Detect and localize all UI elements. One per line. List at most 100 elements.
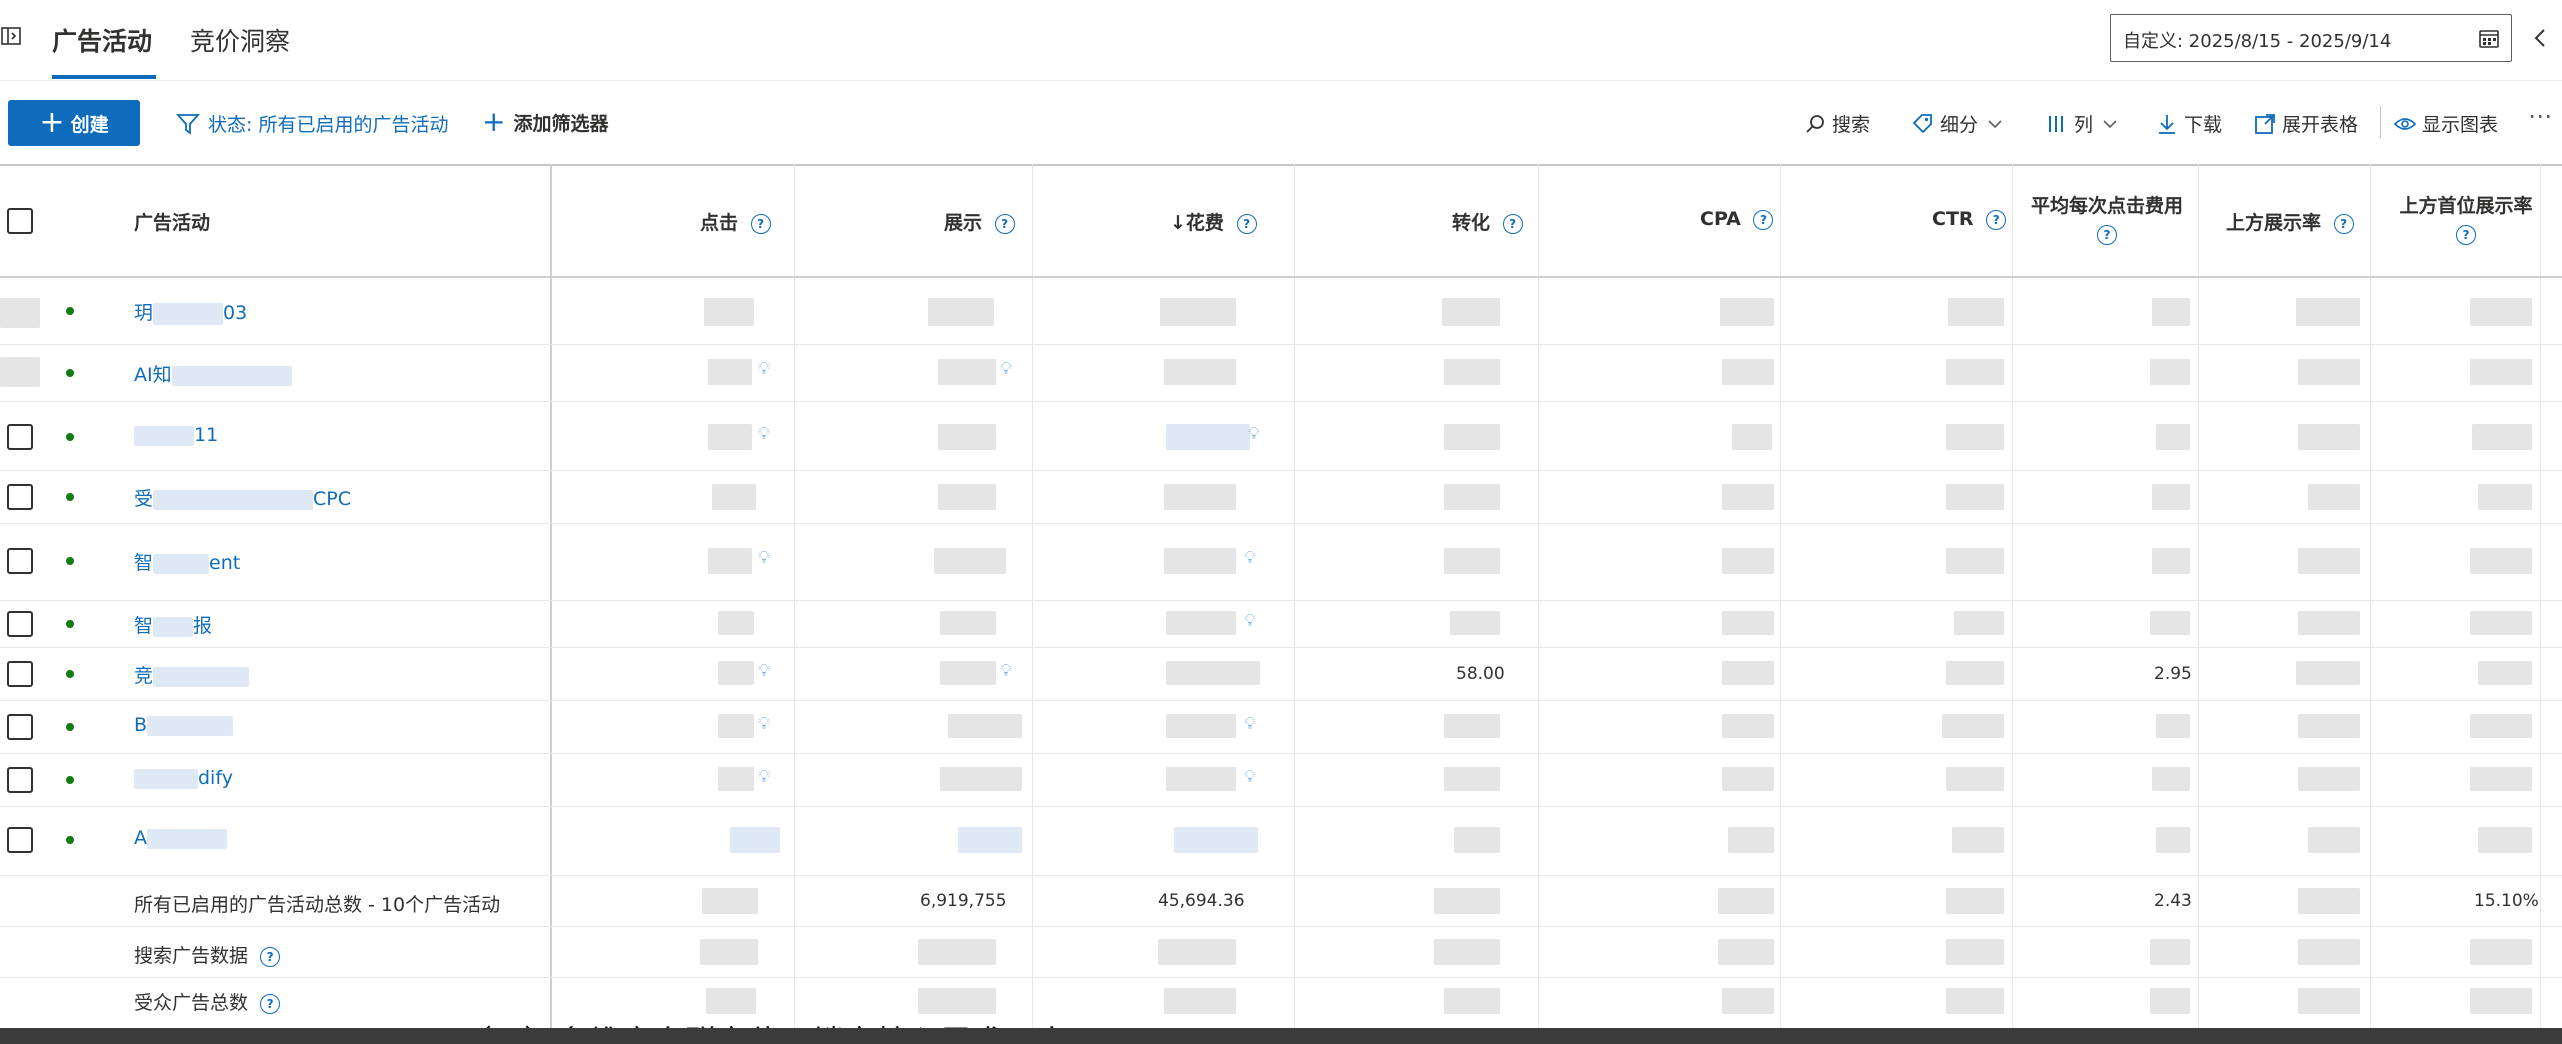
create-button[interactable]: + 创建 [8,100,140,146]
lightbulb-icon[interactable]: 💡︎ [758,767,770,787]
row-checkbox[interactable] [7,548,33,574]
campaign-name-link[interactable]: 玥 03 [134,298,247,325]
header-conversions[interactable]: 转化 ? [1452,208,1523,235]
table-row[interactable]: 智报 💡︎ [0,601,2562,647]
row-checkbox[interactable] [7,484,33,510]
redacted-value [2298,888,2360,914]
redacted-value [2298,714,2360,738]
table-row[interactable]: 玥 03 [0,278,2562,344]
summary-abs-top-rate: 15.10% [2474,891,2539,911]
chevron-left-icon[interactable] [2530,26,2550,50]
row-checkbox[interactable] [7,714,33,740]
tab-auction-insights[interactable]: 竞价洞察 [190,22,290,58]
header-cpa[interactable]: CPA ? [1700,208,1774,230]
table-row[interactable]: 智 ent 💡︎ 💡︎ [0,524,2562,600]
summary-impressions: 6,919,755 [920,891,1007,911]
row-checkbox[interactable] [7,424,33,450]
lightbulb-icon[interactable]: 💡︎ [758,548,770,568]
campaign-name-link[interactable]: 竞 [134,661,250,688]
campaign-name-prefix: A [134,827,147,849]
show-chart-button[interactable]: 显示图表 [2394,110,2498,137]
help-icon[interactable]: ? [260,946,281,967]
header-clicks[interactable]: 点击 ? [700,208,771,235]
campaign-name-link[interactable]: 受 CPC [134,484,351,511]
expand-table-button[interactable]: 展开表格 [2254,110,2358,137]
lightbulb-icon[interactable]: 💡︎ [1248,424,1260,444]
help-icon[interactable]: ? [1753,209,1774,230]
table-row[interactable]: 11 💡︎ 💡︎ [0,402,2562,470]
table-row[interactable]: AI知 💡︎ 💡︎ [0,345,2562,401]
help-icon[interactable]: ? [2097,224,2117,245]
table-row[interactable]: B 💡︎ 💡︎ [0,701,2562,753]
help-icon[interactable]: ? [2333,213,2354,234]
table-row[interactable]: A [0,807,2562,875]
campaign-name-link[interactable]: 11 [134,424,218,446]
date-range-picker[interactable]: 自定义: 2025/8/15 - 2025/9/14 [2110,14,2512,62]
lightbulb-icon[interactable]: 💡︎ [758,714,770,734]
redacted-value [1444,988,1500,1014]
columns-icon [2049,115,2063,132]
table-row[interactable]: dify 💡︎ 💡︎ [0,754,2562,806]
lightbulb-icon[interactable]: 💡︎ [758,661,770,681]
redacted-value [1946,939,2004,965]
status-enabled-dot [66,557,74,565]
campaign-name-link[interactable]: 智 ent [134,548,240,575]
header-impressions[interactable]: 展示 ? [944,208,1015,235]
redacted-value [2298,359,2360,385]
chevron-down-icon [1988,119,2002,128]
search-label: 搜索 [1832,114,1871,136]
redacted-value [1946,359,2004,385]
header-abs-top-impression-rate[interactable]: 上方首位展示率 ? [2388,192,2544,248]
help-icon[interactable]: ? [1986,209,2007,230]
campaign-name-link[interactable]: AI知 [134,360,292,387]
redacted-value [934,548,1006,574]
table-row[interactable]: 受 CPC [0,471,2562,523]
row-checkbox[interactable] [7,611,33,637]
tab-campaigns[interactable]: 广告活动 [52,22,152,58]
more-options-icon[interactable]: ⋯ [2528,102,2552,130]
header-top-rate-label: 上方展示率 [2226,212,2322,234]
help-icon[interactable]: ? [750,213,771,234]
help-icon[interactable]: ? [994,213,1015,234]
status-enabled-dot [66,776,74,784]
breakdown-button[interactable]: 细分 [1912,110,2010,137]
redacted-value [1166,661,1260,685]
campaign-name-prefix: 竞 [134,665,154,687]
row-checkbox[interactable] [7,661,33,687]
status-filter-chip[interactable]: 状态: 所有已启用的广告活动 [176,110,448,137]
lightbulb-icon[interactable]: 💡︎ [1244,767,1256,787]
lightbulb-icon[interactable]: 💡︎ [1244,548,1256,568]
header-ctr[interactable]: CTR ? [1932,208,2007,230]
lightbulb-icon[interactable]: 💡︎ [1244,714,1256,734]
collapse-pane-icon[interactable] [0,24,24,48]
campaign-name-link[interactable]: dify [134,767,233,789]
lightbulb-icon[interactable]: 💡︎ [758,359,770,379]
help-icon[interactable]: ? [1236,213,1257,234]
lightbulb-icon[interactable]: 💡︎ [1244,611,1256,631]
header-campaign[interactable]: 广告活动 [134,208,210,235]
help-icon[interactable]: ? [260,993,281,1014]
campaign-name-link[interactable]: B [134,714,234,736]
columns-button[interactable]: 列 [2046,110,2125,137]
add-filter-button[interactable]: + 添加筛选器 [482,108,608,136]
help-icon[interactable]: ? [1502,213,1523,234]
redacted-value [2298,939,2360,965]
select-all-checkbox[interactable] [7,208,33,234]
row-checkbox[interactable] [7,767,33,793]
lightbulb-icon[interactable]: 💡︎ [1000,661,1012,681]
row-checkbox[interactable] [7,827,33,853]
download-button[interactable]: 下载 [2156,110,2222,137]
header-spend[interactable]: ↓花费 ? [1170,208,1257,235]
header-avg-cpc[interactable]: 平均每次点击费用 ? [2026,192,2188,248]
table-row[interactable]: 竞 💡︎ 💡︎ 58.00 2.95 [0,648,2562,700]
help-icon[interactable]: ? [2456,224,2476,245]
header-top-impression-rate[interactable]: 上方展示率 ? [2226,208,2354,235]
campaign-name-link[interactable]: 智报 [134,611,212,638]
search-button[interactable]: 搜索 [1804,110,1870,137]
campaign-name-prefix: B [134,714,148,736]
redacted-value [1942,714,2004,738]
lightbulb-icon[interactable]: 💡︎ [758,424,770,444]
campaign-name-suffix: 报 [193,615,213,637]
campaign-name-link[interactable]: A [134,827,227,849]
lightbulb-icon[interactable]: 💡︎ [1000,359,1012,379]
